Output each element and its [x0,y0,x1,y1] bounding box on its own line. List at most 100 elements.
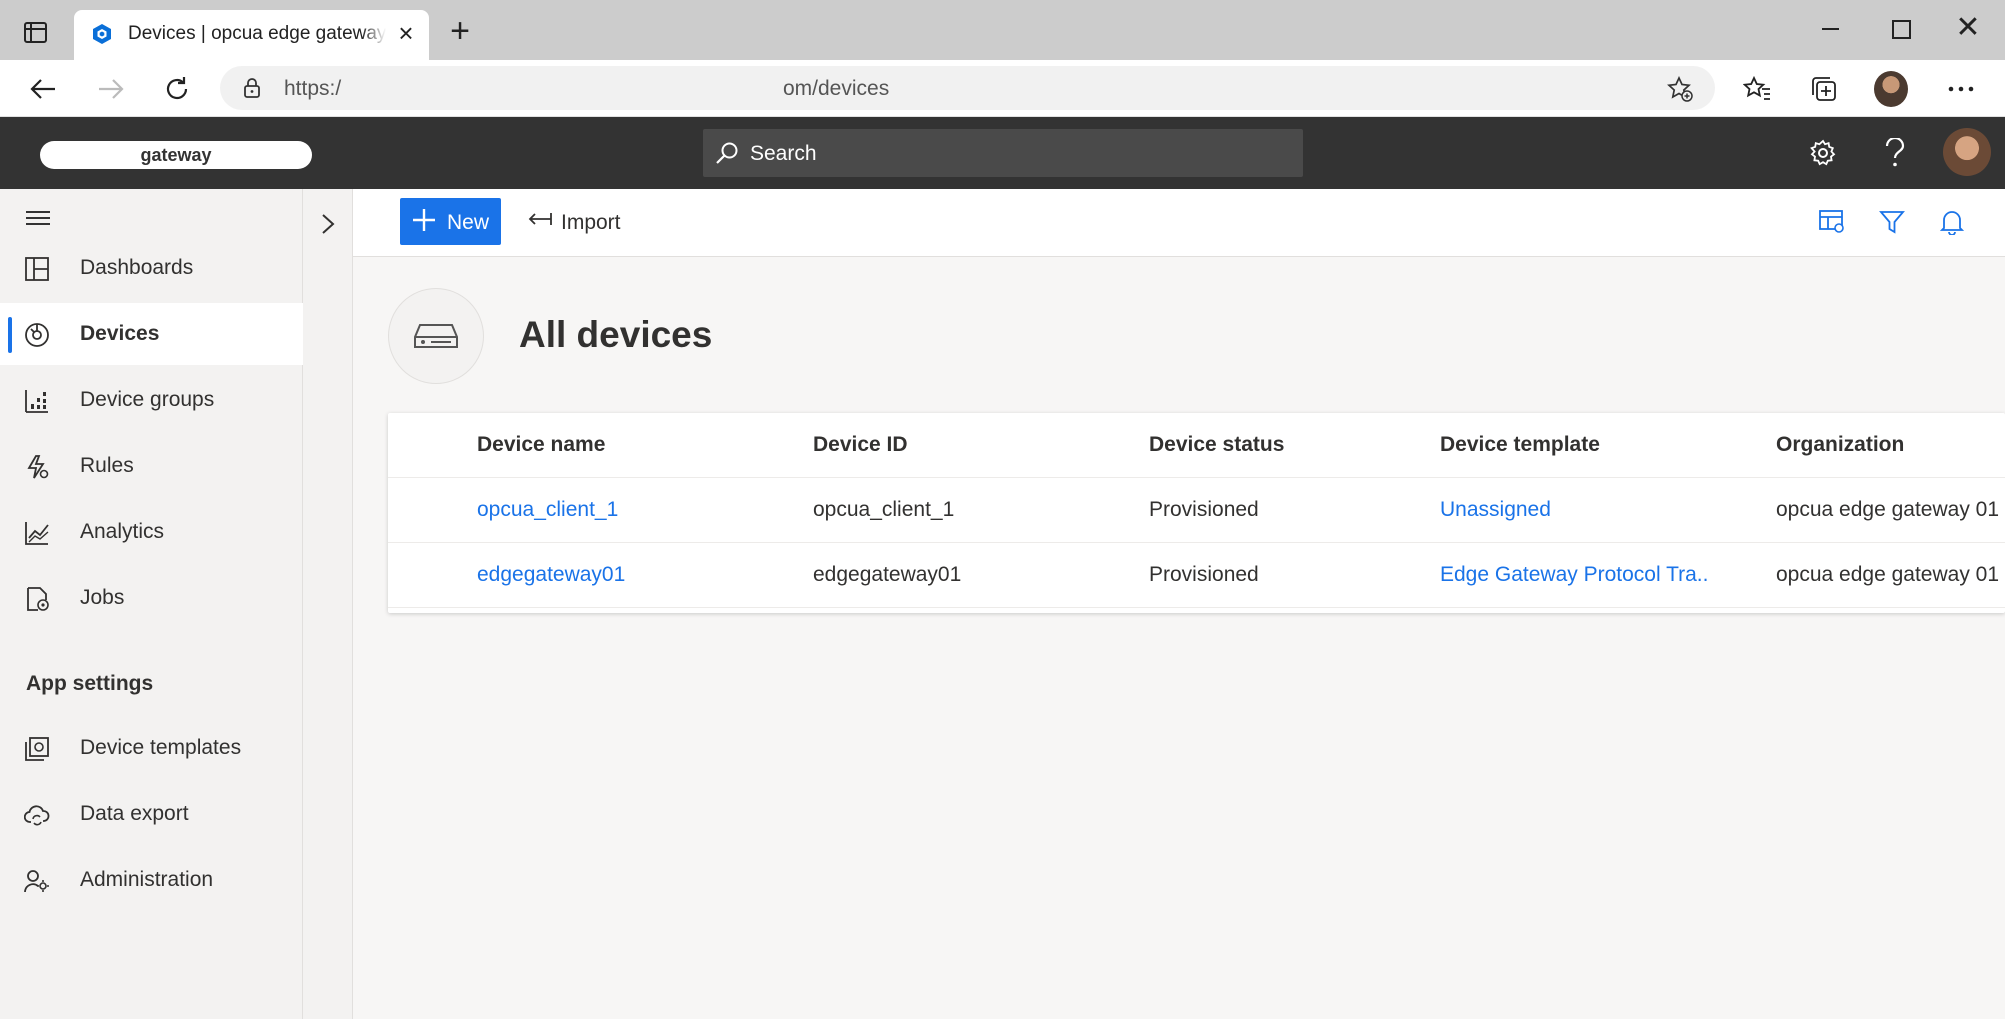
device-templates-icon [25,737,49,761]
search-placeholder: Search [750,142,817,165]
url-prefix: https:/ [284,77,342,100]
import-arrow-icon [528,213,552,225]
sidebar-item-label: Rules [80,454,134,477]
device-icon [414,324,458,348]
iot-central-favicon-icon [93,24,111,44]
new-tab-button[interactable]: + [446,14,474,48]
sidebar-item-label: Jobs [80,586,125,609]
device-name-link[interactable]: edgegateway01 [477,563,625,587]
sidebar-item-label: Administration [80,868,214,891]
sidebar-item-label: Devices [80,322,160,345]
sidebar-item-data-export[interactable]: Data export [0,783,303,845]
maximize-button[interactable] [1882,14,1918,46]
more-options-icon [1948,86,1974,92]
sidebar: Dashboards Devices Device groups Rules A… [0,189,303,1019]
favorites-button[interactable] [1740,72,1774,106]
forward-arrow-icon [99,79,124,99]
device-status-cell: Provisioned [1149,498,1259,521]
browser-tab-bar: Devices | opcua edge gateway 01 × + ✕ [0,0,2005,60]
sidebar-item-devices[interactable]: Devices [0,303,303,365]
page-title: All devices [519,314,713,355]
lock-icon[interactable] [242,78,262,98]
edit-columns-button[interactable] [1817,207,1847,237]
browser-toolbar: https:/ om/devices [0,60,2005,117]
import-button-label: Import [561,211,621,234]
hamburger-menu-icon[interactable] [26,211,50,227]
sidebar-item-rules[interactable]: Rules [0,435,303,497]
dashboard-icon [25,257,49,281]
device-groups-icon [25,390,48,413]
sidebar-item-device-templates[interactable]: Device templates [0,717,303,779]
back-button[interactable] [24,70,62,108]
sidebar-item-jobs[interactable]: Jobs [0,567,303,629]
column-header-device-id[interactable]: Device ID [813,433,908,457]
column-header-device-template[interactable]: Device template [1440,433,1600,457]
plus-icon [413,209,435,231]
new-button-label: New [447,211,490,234]
column-header-organization[interactable]: Organization [1776,433,1904,457]
command-bar: New Import [353,189,2005,257]
app-settings-heading: App settings [26,672,154,695]
help-button[interactable] [1879,137,1911,169]
tab-title: Devices | opcua edge gateway 01 [128,23,386,45]
device-status-cell: Provisioned [1149,563,1259,586]
sidebar-item-label: Device groups [80,388,215,411]
new-device-button[interactable]: New [400,198,501,245]
rules-icon [27,455,49,479]
browser-menu-button[interactable] [1944,72,1978,106]
tab-close-icon[interactable]: × [394,20,418,46]
organization-cell: opcua edge gateway 01 [1776,498,2000,521]
url-path: om/devices [783,77,890,100]
add-favorite-icon[interactable] [1667,76,1693,102]
tab-actions-icon[interactable] [24,22,47,43]
device-id-cell: opcua_client_1 [813,498,955,521]
column-header-device-status[interactable]: Device status [1149,433,1284,457]
search-input[interactable]: Search [703,129,1303,177]
refresh-icon [166,77,188,100]
forward-button[interactable] [92,70,130,108]
browser-profile-button[interactable] [1874,71,1908,107]
sidebar-item-label: Device templates [80,736,242,759]
sidebar-item-dashboards[interactable]: Dashboards [0,237,303,299]
devices-table: Device name Device ID Device status Devi… [388,413,2005,613]
administration-icon [24,870,49,893]
sidebar-item-device-groups[interactable]: Device groups [0,369,303,431]
search-icon [716,142,738,164]
address-bar[interactable]: https:/ om/devices [220,66,1715,110]
data-export-icon [24,805,50,826]
jobs-icon [27,587,49,611]
device-name-link[interactable]: opcua_client_1 [477,498,618,522]
collections-icon [1812,77,1836,101]
close-window-button[interactable]: ✕ [1950,13,1986,46]
flyout-panel [303,189,353,1019]
table-header-row: Device name Device ID Device status Devi… [388,413,2005,478]
column-settings-icon [1819,210,1844,233]
analytics-icon [25,522,49,545]
table-row[interactable]: edgegateway01 edgegateway01 Provisioned … [388,543,2005,608]
column-header-device-name[interactable]: Device name [477,433,605,457]
filter-button[interactable] [1877,207,1907,237]
user-avatar[interactable] [1943,128,1991,176]
app-name[interactable]: gateway [40,141,312,169]
minimize-button[interactable] [1812,14,1848,46]
device-badge [388,288,484,384]
device-template-link[interactable]: Unassigned [1440,498,1710,522]
filter-icon [1879,211,1905,234]
settings-button[interactable] [1807,137,1839,169]
device-template-link[interactable]: Edge Gateway Protocol Tra... [1440,563,1710,587]
sidebar-item-administration[interactable]: Administration [0,849,303,911]
notifications-button[interactable] [1937,207,1967,237]
profile-avatar [1874,71,1908,107]
sidebar-item-analytics[interactable]: Analytics [0,501,303,563]
sidebar-item-label: Analytics [80,520,165,543]
table-row[interactable]: opcua_client_1 opcua_client_1 Provisione… [388,478,2005,543]
bell-icon [1940,211,1964,235]
import-button[interactable]: Import [523,201,633,241]
back-arrow-icon [30,79,55,99]
browser-tab[interactable]: Devices | opcua edge gateway 01 × [74,10,429,60]
chevron-right-icon[interactable] [317,213,339,235]
device-id-cell: edgegateway01 [813,563,962,586]
collections-button[interactable] [1807,72,1841,106]
sidebar-item-label: Data export [80,802,189,825]
refresh-button[interactable] [158,70,196,108]
